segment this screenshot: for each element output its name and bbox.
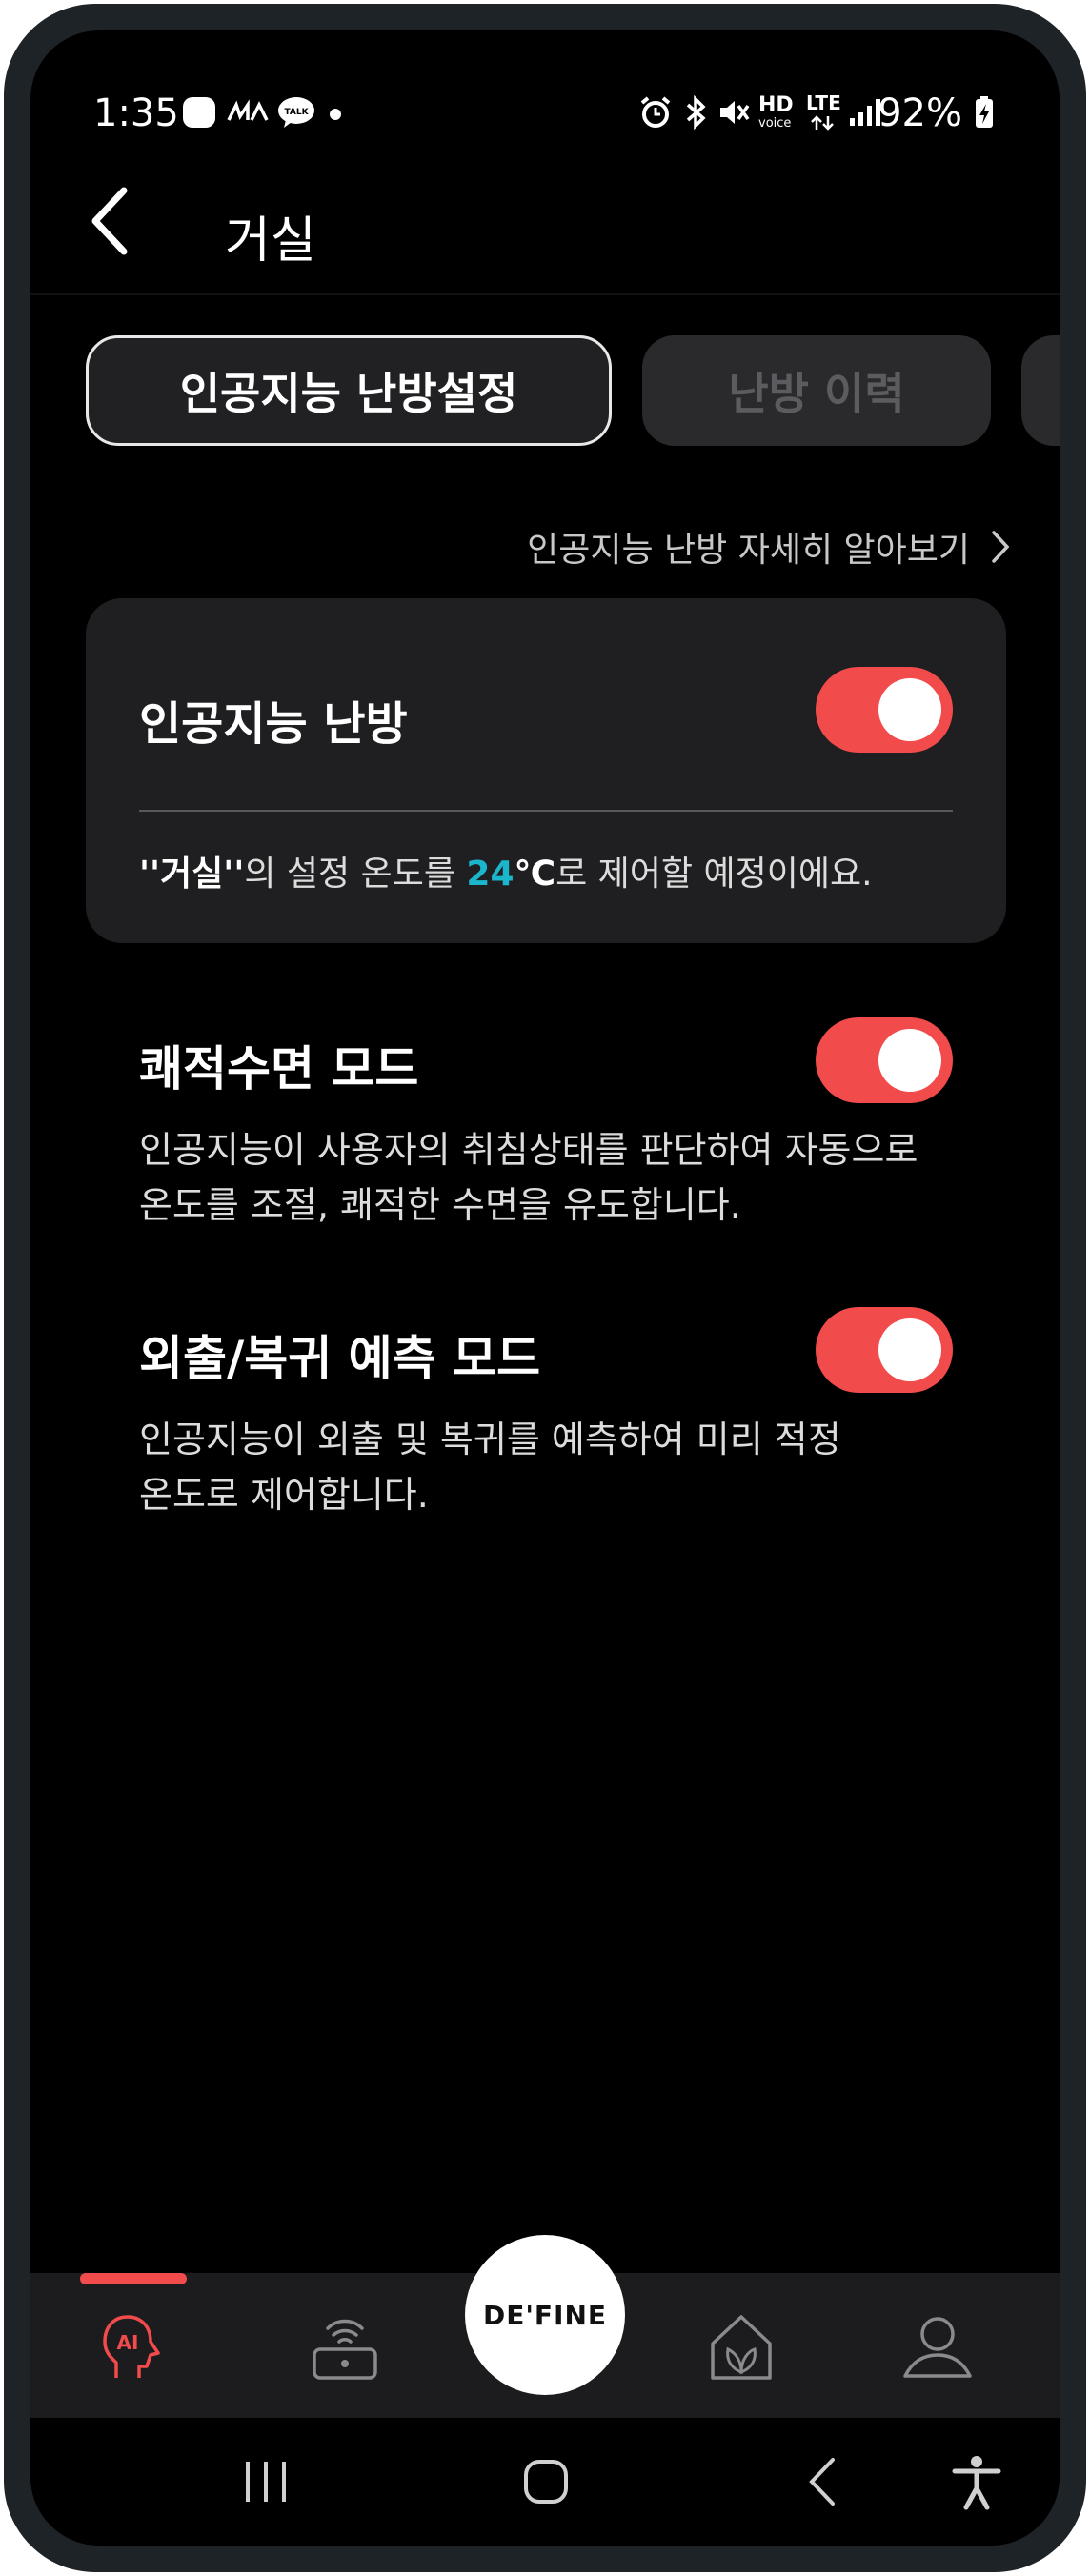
voice-label: voice — [758, 116, 792, 131]
desc-line: 인공지능이 사용자의 취침상태를 판단하여 자동으로 — [139, 1129, 918, 1171]
status-bar: 1:35 TALK HD voice LTE 92% — [30, 30, 1060, 145]
toggle-knob — [878, 678, 941, 741]
desc-mid: 의 설정 온도를 — [244, 855, 467, 894]
quote-open: '' — [139, 855, 161, 894]
chevron-right-icon — [992, 531, 1010, 563]
sleep-mode-title: 쾌적수면 모드 — [139, 1041, 419, 1097]
battery-charging-icon — [976, 96, 993, 128]
mute-icon — [720, 101, 750, 124]
hd-label: HD — [758, 93, 794, 117]
quote-close: '' — [223, 855, 245, 894]
lte-label: LTE — [806, 91, 841, 114]
room-name: 거실 — [160, 855, 224, 894]
home-icon[interactable] — [515, 2450, 577, 2513]
status-time: 1:35 — [93, 91, 179, 135]
desc-line: 온도를 조절, 쾌적한 수면을 유도합니다. — [139, 1184, 741, 1226]
define-logo-button[interactable]: DE'FINE — [465, 2235, 625, 2395]
desc-line: 온도로 제어합니다. — [139, 1474, 429, 1516]
phone-frame: 1:35 TALK HD voice LTE 92% 거실 인공지능 난방설정 … — [4, 4, 1086, 2572]
desc-line: 인공지능이 외출 및 복귀를 예측하여 미리 적정 — [139, 1419, 841, 1460]
tab-heating-history[interactable]: 난방 이력 — [642, 335, 991, 446]
tab-label: 인공지능 난방설정 — [179, 368, 518, 419]
sleep-mode-description: 인공지능이 사용자의 취침상태를 판단하여 자동으로 온도를 조절, 쾌적한 수… — [139, 1122, 978, 1233]
bluetooth-icon — [686, 95, 706, 130]
temperature-unit: ℃ — [514, 855, 556, 894]
app-notification-icon — [183, 97, 215, 128]
ai-heating-toggle[interactable] — [816, 667, 953, 753]
tab-next-peek[interactable] — [1021, 335, 1060, 446]
system-back-icon[interactable] — [793, 2450, 856, 2513]
ai-heating-card: 인공지능 난방 ''거실''의 설정 온도를 24℃로 제어할 예정이에요. — [86, 598, 1006, 943]
target-temperature: 24 — [466, 855, 515, 894]
back-arrow-icon[interactable] — [80, 183, 156, 259]
battery-percent: 92% — [878, 91, 962, 135]
talk-badge-text: TALK — [284, 108, 309, 117]
away-mode-title: 외출/복귀 예측 모드 — [139, 1331, 541, 1386]
ai-heating-title: 인공지능 난방 — [139, 697, 408, 751]
system-navigation-bar — [30, 2418, 1060, 2546]
active-tab-indicator — [80, 2273, 187, 2284]
sleep-mode-toggle[interactable] — [816, 1017, 953, 1103]
nav-device-wifi-icon[interactable] — [307, 2309, 383, 2385]
accessibility-icon[interactable] — [945, 2450, 1008, 2513]
toggle-knob — [878, 1318, 941, 1381]
recent-apps-icon[interactable] — [234, 2450, 297, 2513]
page-title: 거실 — [225, 212, 316, 270]
define-logo-text: DE'FINE — [482, 2299, 608, 2331]
desc-tail: 로 제어할 예정이에요. — [555, 855, 873, 894]
screen: 1:35 TALK HD voice LTE 92% 거실 인공지능 난방설정 … — [30, 30, 1060, 2546]
kia-icon — [227, 99, 269, 121]
card-divider — [139, 810, 953, 812]
dot-icon — [330, 109, 341, 120]
header-divider — [30, 293, 1060, 295]
kakaotalk-icon: TALK — [278, 97, 314, 128]
nav-profile-icon[interactable] — [899, 2309, 976, 2385]
away-mode-toggle[interactable] — [816, 1307, 953, 1393]
data-arrows-icon — [811, 115, 834, 131]
ai-heating-description: ''거실''의 설정 온도를 24℃로 제어할 예정이에요. — [139, 846, 873, 896]
alarm-icon — [640, 96, 671, 128]
app-header: 거실 — [30, 145, 1060, 278]
away-mode-description: 인공지능이 외출 및 복귀를 예측하여 미리 적정 온도로 제어합니다. — [139, 1412, 978, 1522]
nav-ai-head-icon[interactable]: AI — [95, 2309, 172, 2385]
toggle-knob — [878, 1029, 941, 1092]
nav-ai-label: AI — [117, 2331, 139, 2354]
learn-more-label: 인공지능 난방 자세히 알아보기 — [527, 531, 970, 570]
tab-label: 난방 이력 — [728, 368, 905, 419]
tab-ai-heating-settings[interactable]: 인공지능 난방설정 — [86, 335, 612, 446]
learn-more-link[interactable]: 인공지능 난방 자세히 알아보기 — [527, 522, 1010, 572]
nav-home-leaf-icon[interactable] — [703, 2309, 779, 2385]
